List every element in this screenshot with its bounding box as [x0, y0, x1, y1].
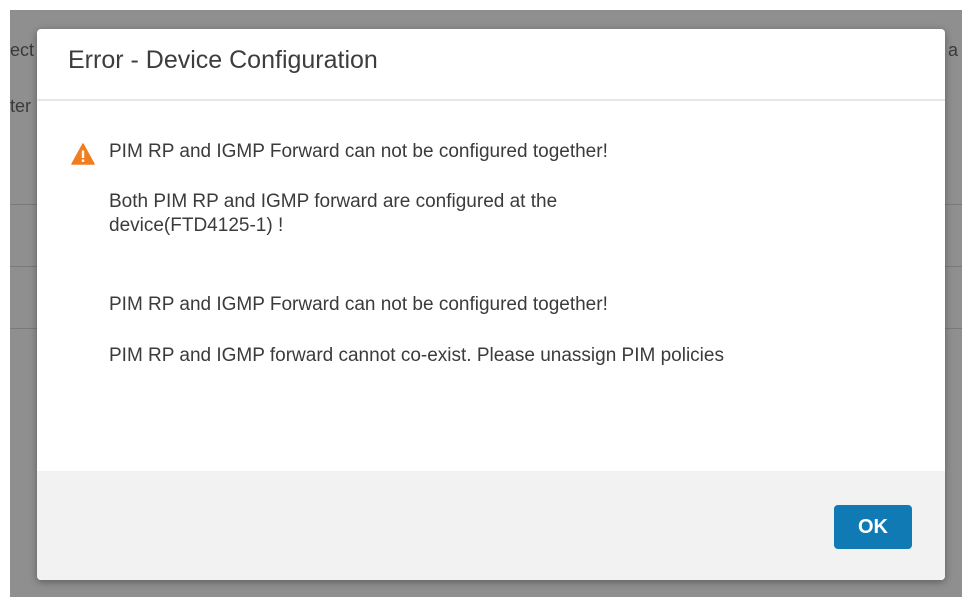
- error-message: PIM RP and IGMP Forward can not be confi…: [109, 294, 608, 315]
- error-message: PIM RP and IGMP Forward can not be confi…: [109, 141, 608, 162]
- error-detail-line: PIM RP and IGMP forward cannot co-exist.…: [109, 345, 724, 366]
- warning-triangle-icon: [71, 143, 95, 165]
- dialog-body: PIM RP and IGMP Forward can not be confi…: [37, 101, 945, 471]
- ok-button[interactable]: OK: [834, 505, 912, 549]
- dialog-header: Error - Device Configuration: [37, 29, 945, 101]
- background-column-header-right: a: [948, 40, 959, 60]
- background-filter-text: ter: [10, 96, 32, 116]
- error-detail-line: device(FTD4125-1) !: [109, 215, 284, 236]
- dialog-footer: OK: [37, 471, 945, 580]
- background-column-header: ect: [10, 40, 35, 60]
- dialog-title: Error - Device Configuration: [68, 46, 378, 74]
- error-dialog: Error - Device Configuration PIM RP and …: [37, 29, 945, 580]
- error-detail-line: Both PIM RP and IGMP forward are configu…: [109, 191, 558, 212]
